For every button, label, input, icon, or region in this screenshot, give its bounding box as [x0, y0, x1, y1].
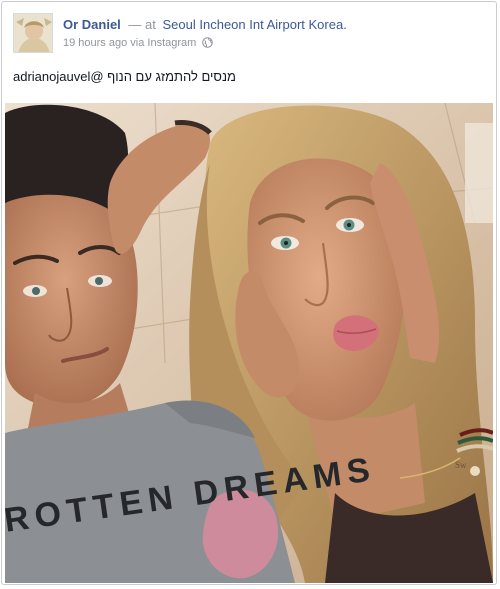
feed-post: Or Daniel — at Seoul Incheon Int Airport… [1, 1, 497, 585]
post-timestamp-link[interactable]: 19 hours ago [63, 37, 127, 49]
post-photo[interactable]: Sw ROTTEN DREAMS [5, 103, 493, 583]
caption-mention[interactable]: adrianojauvel@ [13, 69, 104, 84]
author-avatar[interactable] [13, 13, 53, 53]
bracelet-text: Sw [455, 460, 467, 470]
location-link[interactable]: Seoul Incheon Int Airport Korea. [163, 17, 347, 32]
photo-illustration: Sw ROTTEN DREAMS [5, 103, 493, 583]
post-header: Or Daniel — at Seoul Incheon Int Airport… [13, 13, 483, 55]
post-caption: adrianojauvel@ מנסים להתמזג עם הנוף [13, 68, 483, 86]
post-meta: 19 hours ago via Instagram [63, 36, 214, 52]
post-title-line: Or Daniel — at Seoul Incheon Int Airport… [63, 17, 347, 33]
author-name-link[interactable]: Or Daniel [63, 17, 121, 32]
caption-text: מנסים להתמזג עם הנוף [107, 69, 236, 84]
source-link[interactable]: Instagram [147, 37, 196, 49]
separator-text: — at [128, 17, 156, 32]
globe-icon[interactable] [202, 37, 214, 52]
via-text: via [130, 37, 145, 49]
